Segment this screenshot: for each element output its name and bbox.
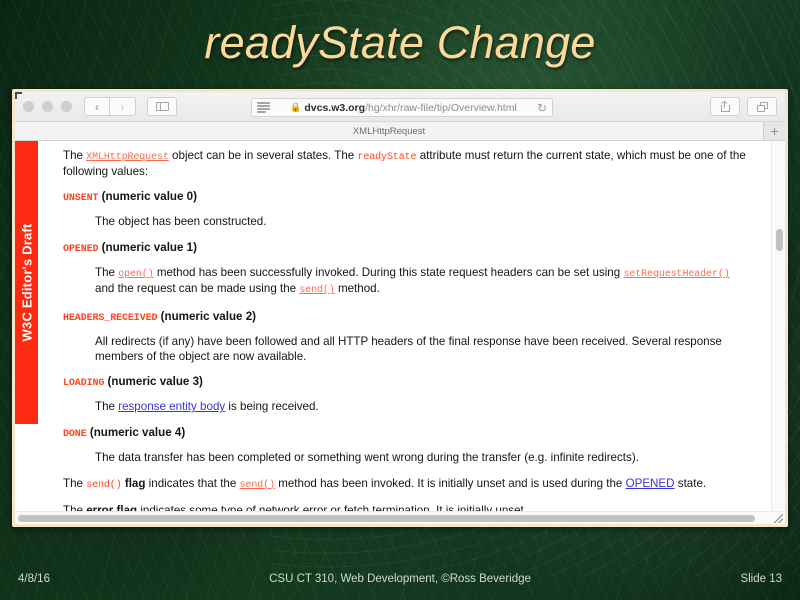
state-desc-done: The data transfer has been completed or … — [95, 451, 639, 465]
send-flag-text-a: The — [63, 476, 87, 490]
opened-state-link[interactable]: OPENED — [626, 477, 675, 490]
reload-icon[interactable]: ↻ — [537, 102, 547, 114]
state-term-loading: LOADING (numeric value 3) — [63, 375, 749, 391]
error-flag-bold: error flag — [86, 504, 138, 511]
error-flag-text-a: The — [63, 504, 87, 511]
send-flag-text-c: indicates that the — [145, 476, 240, 490]
intro-text-b: object can be in several states. The — [168, 149, 358, 162]
footer-course-credit: CSU CT 310, Web Development, ©Ross Bever… — [269, 573, 531, 585]
unsent-numeric: (numeric value 0) — [98, 189, 197, 203]
forward-button[interactable]: › — [110, 97, 136, 116]
url-domain: dvcs.w3.org — [304, 101, 366, 114]
page-viewport: W3C Editor's Draft The XMLHttpRequest ob… — [15, 141, 785, 511]
share-icon — [720, 101, 730, 112]
error-flag-paragraph: The error flag indicates some type of ne… — [63, 504, 749, 511]
url-path: /hg/xhr/raw-file/tip/Overview.html — [365, 101, 517, 114]
footer-slide-number: Slide 13 — [740, 573, 782, 585]
url-text: dvcs.w3.org/hg/xhr/raw-file/tip/Overview… — [304, 102, 516, 114]
slide-footer: 4/8/16 CSU CT 310, Web Development, ©Ros… — [0, 566, 800, 600]
response-entity-body-link[interactable]: response entity body — [118, 400, 225, 413]
setrequestheader-link[interactable]: setRequestHeader() — [623, 269, 729, 280]
show-all-tabs-button[interactable] — [747, 97, 777, 116]
sidebar-toggle-button[interactable] — [147, 97, 177, 116]
reader-view-icon[interactable] — [257, 102, 270, 113]
send-flag-paragraph: The send() flag indicates that the send(… — [63, 477, 749, 493]
xmlhttprequest-link[interactable]: XMLHttpRequest — [86, 152, 169, 163]
state-desc-opened: The open() method has been successfully … — [95, 266, 749, 299]
url-display: 🔒 dvcs.w3.org/hg/xhr/raw-file/tip/Overvi… — [270, 102, 537, 114]
open-method-link[interactable]: open() — [118, 269, 154, 280]
new-tab-button[interactable]: + — [763, 122, 785, 140]
error-flag-text-c: indicates some type of network error or … — [137, 504, 527, 511]
toolbar-right-buttons — [710, 97, 777, 116]
opened-numeric: (numeric value 1) — [98, 240, 197, 254]
done-code: DONE — [63, 428, 87, 440]
spec-document-content: The XMLHttpRequest object can be in seve… — [63, 141, 749, 511]
send-flag-text-d: method has been invoked. It is initially… — [274, 476, 626, 490]
intro-paragraph: The XMLHttpRequest object can be in seve… — [63, 149, 749, 180]
send-flag-code: send() — [86, 479, 122, 491]
send-flag-method-link[interactable]: send() — [240, 480, 276, 491]
browser-window-screenshot: ‹ › 🔒 dvcs.w3.org/hg/xhr/raw-file/tip/Ov… — [12, 89, 788, 527]
state-term-unsent: UNSENT (numeric value 0) — [63, 190, 749, 206]
loading-code: LOADING — [63, 378, 105, 390]
state-desc-loading: The response entity body is being receiv… — [95, 400, 749, 414]
done-numeric: (numeric value 4) — [86, 425, 186, 439]
send-flag-bold: flag — [121, 476, 146, 490]
zoom-window-icon[interactable] — [61, 101, 72, 112]
footer-date: 4/8/16 — [18, 573, 50, 585]
state-desc-headers-received: All redirects (if any) have been followe… — [95, 335, 722, 363]
tabs-icon — [756, 101, 768, 112]
horizontal-scrollbar-thumb[interactable] — [18, 515, 755, 522]
loading-text-b: is being received. — [225, 400, 319, 414]
vertical-scrollbar[interactable] — [771, 141, 785, 511]
opened-text-a: The — [95, 266, 119, 280]
state-term-opened: OPENED (numeric value 1) — [63, 241, 749, 257]
tab-bar: XMLHttpRequest + — [15, 122, 785, 141]
headers-received-code: HEADERS_RECEIVED — [63, 312, 158, 324]
sidebar-icon — [155, 102, 169, 111]
presentation-slide: readyState Change ‹ › 🔒 dvcs.w3.org/hg/x… — [0, 0, 800, 600]
opened-text-b: method has been successfully invoked. Du… — [153, 266, 624, 280]
send-method-link[interactable]: send() — [299, 285, 335, 296]
state-term-done: DONE (numeric value 4) — [63, 426, 749, 442]
loading-text-a: The — [95, 400, 119, 414]
readystate-code: readyState — [357, 152, 417, 163]
draft-banner-label: W3C Editor's Draft — [19, 223, 35, 342]
horizontal-scrollbar[interactable] — [15, 511, 785, 524]
opened-text-c: and the request can be made using the — [95, 282, 300, 296]
close-window-icon[interactable] — [23, 101, 34, 112]
minimize-window-icon[interactable] — [42, 101, 53, 112]
navigation-buttons: ‹ › — [84, 97, 136, 116]
state-term-headers-received: HEADERS_RECEIVED (numeric value 2) — [63, 310, 749, 326]
back-button[interactable]: ‹ — [84, 97, 110, 116]
headers-received-numeric: (numeric value 2) — [157, 309, 257, 323]
w3c-editors-draft-banner: W3C Editor's Draft — [15, 141, 38, 424]
send-flag-text-e: state. — [674, 476, 707, 490]
tab-xmlhttprequest[interactable]: XMLHttpRequest — [15, 122, 763, 140]
address-bar[interactable]: 🔒 dvcs.w3.org/hg/xhr/raw-file/tip/Overvi… — [251, 98, 553, 117]
lock-icon: 🔒 — [290, 101, 302, 112]
loading-numeric: (numeric value 3) — [104, 375, 203, 389]
page-title: readyState Change — [204, 17, 596, 68]
opened-text-d: method. — [334, 282, 380, 296]
intro-text-a: The — [63, 149, 87, 162]
window-resize-grip[interactable] — [774, 514, 783, 523]
share-button[interactable] — [710, 97, 740, 116]
state-desc-unsent: The object has been constructed. — [95, 215, 267, 229]
unsent-code: UNSENT — [63, 192, 99, 204]
browser-toolbar: ‹ › 🔒 dvcs.w3.org/hg/xhr/raw-file/tip/Ov… — [15, 92, 785, 122]
vertical-scrollbar-thumb[interactable] — [776, 229, 783, 251]
opened-code: OPENED — [63, 243, 99, 255]
window-traffic-lights — [23, 101, 72, 112]
